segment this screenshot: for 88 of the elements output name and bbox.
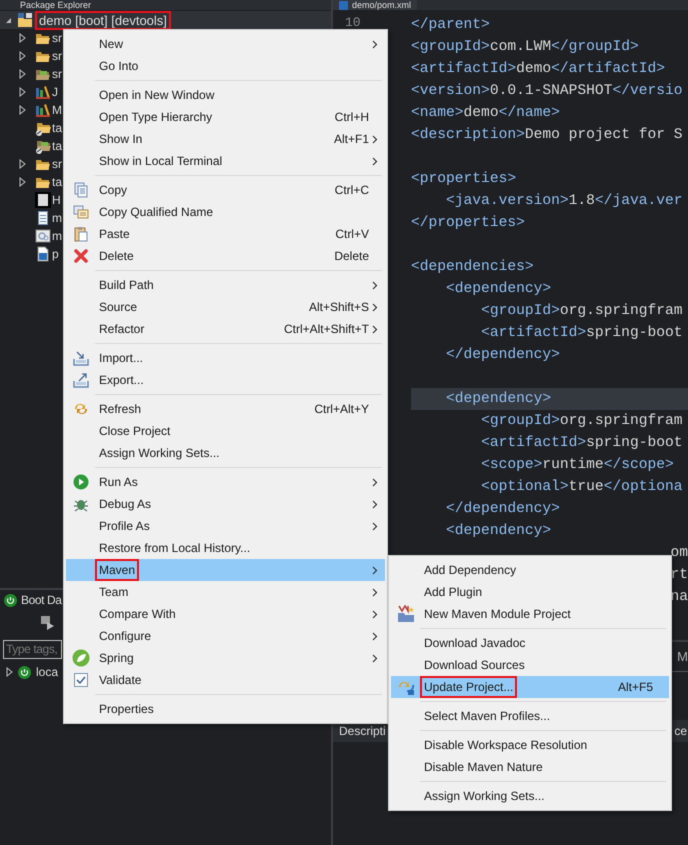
code-line: <artifactId>demo</artifactId> [411,61,665,77]
menu-item-label: Validate [98,672,142,689]
shortcut-text: Ctrl+V [335,226,369,243]
code-line: </dependency> [445,501,560,517]
menu-item-label: Show in Local Terminal [98,153,224,170]
code-line: <groupId>com.LWM</groupId> [411,39,639,55]
menu-item-label: Add Plugin [423,584,484,601]
menu-item-label: Properties [98,701,155,718]
code-line: <java.version>1.8</java.ver [445,193,682,209]
menu-item-label: Download Javadoc [423,635,526,652]
tree-item-label: m [52,210,62,227]
menu-item-label: Build Path [98,277,155,294]
tree-item-label: sr [52,156,62,173]
menu-item-label: Assign Working Sets... [423,788,546,805]
menu-item-label: Add Dependency [423,562,518,579]
shortcut-text: Ctrl+Alt+Y [314,401,369,418]
tree-item-label: ta [52,120,62,137]
code-line: </parent> [411,17,490,33]
menu-item-label: Debug As [98,496,152,513]
code-line: <version>0.0.1-SNAPSHOT</versio [411,83,682,99]
code-line: <properties> [411,171,516,187]
code-line: na [670,588,688,607]
menu-item-label: New [98,36,124,53]
tree-item-label: sr [52,30,62,47]
tree-item-label: H [52,192,61,209]
menu-item-label: Update Project... [422,678,516,696]
shortcut-text: Ctrl+C [334,182,369,199]
menu-item-label: Assign Working Sets... [98,445,220,462]
tree-item-label: loca [36,664,58,681]
menu-item-label: Disable Maven Nature [423,759,544,776]
menu-item-label: Open Type Hierarchy [98,109,214,126]
tree-item-label: sr [52,48,62,65]
menu-item-label: Show In [98,131,144,148]
code-line: <dependencies> [411,259,534,275]
menu-item-label: Refactor [98,321,146,338]
menu-item-label: Copy Qualified Name [98,204,214,221]
tree-item-label: J [52,84,58,101]
menu-item-label: New Maven Module Project [423,606,572,623]
shortcut-text: Delete [334,248,369,265]
shortcut-text: Alt+F1 [334,131,369,148]
line-number: 10 [345,16,362,30]
menu-item-label: Open in New Window [98,87,216,104]
menu-item-label: Export... [98,372,145,389]
shortcut-text: Ctrl+Alt+Shift+T [284,321,369,338]
menu-item-label: Import... [98,350,144,367]
code-line: <scope>runtime</scope> [480,457,674,473]
code-line: <artifactId>spring-boot [480,435,682,451]
menu-item-label: Configure [98,628,152,645]
code-line: <groupId>org.springfram [480,413,682,429]
menu-item-label: Source [98,299,138,316]
menu-item-label: Refresh [98,401,142,418]
code-line: <artifactId>spring-boot [480,325,682,341]
shortcut-text: Alt+Shift+S [308,299,369,316]
tree-item-label: m [52,228,62,245]
menu-item-label: Copy [98,182,128,199]
menu-item-label: Compare With [98,606,177,623]
tree-item-label: p [52,246,59,263]
code-line: <description>Demo project for S [411,127,682,143]
menu-item-label: Close Project [98,423,172,440]
menu-item-label: Delete [98,248,135,265]
code-line: </properties> [411,215,525,231]
menu-item-label: Download Sources [423,657,526,674]
menu-item-label: Maven [97,561,138,579]
code-line: <dependency> [445,281,552,297]
menu-item-label: Select Maven Profiles... [423,708,552,725]
menu-item-label: Go Into [98,58,140,75]
code-line: </dependency> [445,347,560,363]
menu-item-label: Paste [98,226,131,243]
code-line: <optional>true</optiona [480,479,682,495]
menu-item-label: Restore from Local History... [98,540,252,557]
code-line: <groupId>org.springfram [480,303,682,319]
shortcut-text: Alt+F5 [618,679,653,696]
menu-item-label: Disable Workspace Resolution [423,737,588,754]
tree-item-label: ta [52,174,62,191]
menu-item-label: Spring [98,650,135,667]
menu-item-label: Team [98,584,130,601]
tree-item-label: ta [52,138,62,155]
menu-item-label: Run As [98,474,139,491]
tree-item-label: demo [boot] [devtools] [37,12,169,28]
code-line: <dependency> [445,523,552,539]
code-line: <dependency> [445,391,552,407]
code-line: rt [670,566,688,585]
tree-item-label: M [52,102,62,119]
menu-item-label: Profile As [98,518,151,535]
tree-item-label: sr [52,66,62,83]
code-line: <name>demo</name> [411,105,560,121]
code-line: om [670,544,688,563]
shortcut-text: Ctrl+H [334,109,369,126]
